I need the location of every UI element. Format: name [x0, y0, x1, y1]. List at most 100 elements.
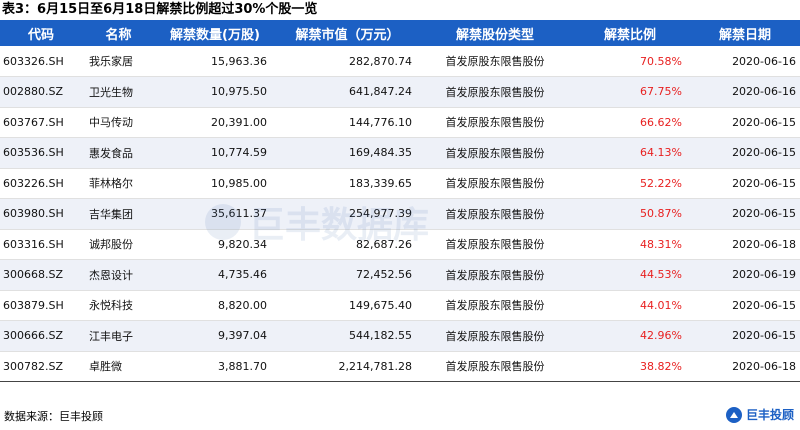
cell-ratio: 38.82%: [570, 351, 690, 382]
column-header-ratio: 解禁比例: [603, 27, 656, 43]
table-header-row: 代码 名称 解禁数量(万股) 解禁市值（万元） 解禁股份类型 解禁比例 解禁日期: [0, 20, 800, 46]
cell-name: 吉华集团: [82, 198, 155, 230]
cell-code: 300668.SZ: [0, 259, 82, 291]
cell-market-value: 282,870.74: [275, 46, 420, 77]
cell-ratio: 50.87%: [570, 198, 690, 230]
cell-date: 2020-06-15: [690, 168, 800, 199]
cell-name: 卫光生物: [82, 76, 155, 108]
cell-share-type: 首发原股东限售股份: [420, 290, 570, 321]
cell-share-type: 首发原股东限售股份: [420, 320, 570, 352]
cell-ratio: 66.62%: [570, 107, 690, 138]
cell-quantity: 10,774.59: [155, 137, 275, 169]
cell-name: 中马传动: [82, 107, 155, 138]
table-row: 300668.SZ 杰恩设计 4,735.46 72,452.56 首发原股东限售股份 4…: [0, 259, 800, 291]
cell-code: 603879.SH: [0, 290, 82, 321]
cell-code: 300782.SZ: [0, 351, 82, 382]
cell-share-type: 首发原股东限售股份: [420, 198, 570, 230]
cell-quantity: 8,820.00: [155, 290, 275, 321]
cell-name: 菲林格尔: [82, 168, 155, 199]
table-row: 603980.SH 吉华集团 35,611.37 254,977.39 首发原股东限售股…: [0, 198, 800, 230]
cell-name: 杰恩设计: [82, 259, 155, 291]
cell-code: 603226.SH: [0, 168, 82, 199]
cell-code: 603536.SH: [0, 137, 82, 169]
cell-date: 2020-06-15: [690, 107, 800, 138]
cell-quantity: 15,963.36: [155, 46, 275, 77]
cell-share-type: 首发原股东限售股份: [420, 46, 570, 77]
cell-quantity: 3,881.70: [155, 351, 275, 382]
cell-code: 603767.SH: [0, 107, 82, 138]
cell-share-type: 首发原股东限售股份: [420, 137, 570, 169]
cell-market-value: 149,675.40: [275, 290, 420, 321]
cell-date: 2020-06-15: [690, 137, 800, 169]
cell-share-type: 首发原股东限售股份: [420, 76, 570, 108]
cell-quantity: 10,985.00: [155, 168, 275, 199]
cell-date: 2020-06-19: [690, 259, 800, 291]
table-row: 002880.SZ 卫光生物 10,975.50 641,847.24 首发原股东限售股…: [0, 76, 800, 108]
cell-code: 300666.SZ: [0, 320, 82, 352]
column-header-market-value: 解禁市值（万元）: [295, 27, 400, 43]
table-row: 603767.SH 中马传动 20,391.00 144,776.10 首发原股东限售股…: [0, 107, 800, 138]
lockup-expiry-table: 代码 名称 解禁数量(万股) 解禁市值（万元） 解禁股份类型 解禁比例 解禁日期…: [0, 20, 800, 382]
cell-quantity: 9,820.34: [155, 229, 275, 260]
cell-market-value: 169,484.35: [275, 137, 420, 169]
cell-share-type: 首发原股东限售股份: [420, 351, 570, 382]
cell-market-value: 183,339.65: [275, 168, 420, 199]
cell-market-value: 544,182.55: [275, 320, 420, 352]
cell-name: 卓胜微: [82, 351, 155, 382]
cell-ratio: 70.58%: [570, 46, 690, 77]
cell-market-value: 72,452.56: [275, 259, 420, 291]
cell-code: 603326.SH: [0, 46, 82, 77]
cell-market-value: 2,214,781.28: [275, 351, 420, 382]
cell-name: 江丰电子: [82, 320, 155, 352]
cell-code: 603980.SH: [0, 198, 82, 230]
table-row: 300782.SZ 卓胜微 3,881.70 2,214,781.28 首发原股东限售股…: [0, 351, 800, 382]
cell-share-type: 首发原股东限售股份: [420, 229, 570, 260]
cell-market-value: 144,776.10: [275, 107, 420, 138]
cell-ratio: 42.96%: [570, 320, 690, 352]
cell-share-type: 首发原股东限售股份: [420, 259, 570, 291]
cell-quantity: 4,735.46: [155, 259, 275, 291]
cell-date: 2020-06-16: [690, 46, 800, 77]
cell-quantity: 35,611.37: [155, 198, 275, 230]
table-title: 表3：6月15日至6月18日解禁比例超过30%个股一览: [2, 2, 318, 17]
cell-code: 603316.SH: [0, 229, 82, 260]
table-row: 300666.SZ 江丰电子 9,397.04 544,182.55 首发原股东限售股份…: [0, 320, 800, 352]
footer: 数据来源：巨丰投顾 巨丰投顾: [0, 400, 800, 430]
cell-share-type: 首发原股东限售股份: [420, 168, 570, 199]
cell-market-value: 254,977.39: [275, 198, 420, 230]
column-header-code: 代码: [27, 27, 54, 43]
cell-date: 2020-06-15: [690, 198, 800, 230]
cell-name: 诚邦股份: [82, 229, 155, 260]
cell-ratio: 44.01%: [570, 290, 690, 321]
cell-ratio: 67.75%: [570, 76, 690, 108]
column-header-share-type: 解禁股份类型: [455, 27, 534, 43]
cell-share-type: 首发原股东限售股份: [420, 107, 570, 138]
cell-date: 2020-06-15: [690, 320, 800, 352]
table-row: 603326.SH 我乐家居 15,963.36 282,870.74 首发原股东限售股…: [0, 46, 800, 77]
cell-date: 2020-06-16: [690, 76, 800, 108]
table-row: 603536.SH 惠发食品 10,774.59 169,484.35 首发原股东限售股…: [0, 137, 800, 169]
table-row: 603316.SH 诚邦股份 9,820.34 82,687.26 首发原股东限售股份 4…: [0, 229, 800, 260]
cell-market-value: 82,687.26: [275, 229, 420, 260]
cell-code: 002880.SZ: [0, 76, 82, 108]
column-header-quantity: 解禁数量(万股): [170, 27, 260, 43]
cell-market-value: 641,847.24: [275, 76, 420, 108]
cell-name: 永悦科技: [82, 290, 155, 321]
cell-quantity: 10,975.50: [155, 76, 275, 108]
data-source-note: 数据来源：巨丰投顾: [4, 410, 103, 423]
brand-name: 巨丰投顾: [745, 408, 794, 422]
cell-ratio: 64.13%: [570, 137, 690, 169]
cell-quantity: 20,391.00: [155, 107, 275, 138]
cell-quantity: 9,397.04: [155, 320, 275, 352]
column-header-name: 名称: [105, 27, 132, 43]
cell-date: 2020-06-15: [690, 290, 800, 321]
cell-date: 2020-06-18: [690, 229, 800, 260]
column-header-date: 解禁日期: [718, 27, 771, 43]
table-row: 603879.SH 永悦科技 8,820.00 149,675.40 首发原股东限售股份…: [0, 290, 800, 321]
brand-logo-icon: [725, 406, 742, 423]
cell-ratio: 44.53%: [570, 259, 690, 291]
cell-date: 2020-06-18: [690, 351, 800, 382]
table-row: 603226.SH 菲林格尔 10,985.00 183,339.65 首发原股东限售股…: [0, 168, 800, 199]
cell-name: 惠发食品: [82, 137, 155, 169]
cell-ratio: 48.31%: [570, 229, 690, 260]
